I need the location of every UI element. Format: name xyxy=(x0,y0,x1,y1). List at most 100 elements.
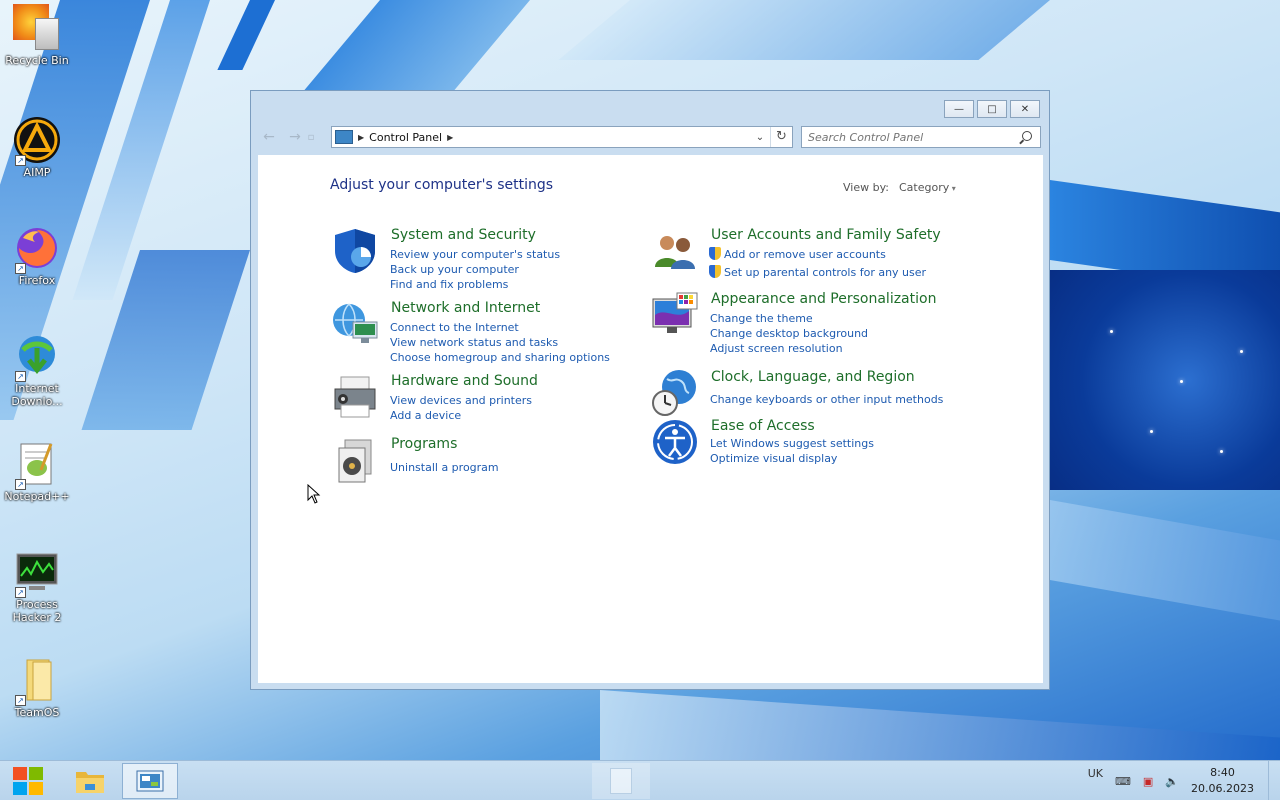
taskbar-hidden-app[interactable] xyxy=(592,763,650,799)
link-text: Add or remove user accounts xyxy=(724,248,886,261)
keyboard-icon[interactable]: ⌨ xyxy=(1115,775,1131,788)
link-text: Set up parental controls for any user xyxy=(724,266,927,279)
breadcrumb-control-panel[interactable]: Control Panel xyxy=(369,131,442,144)
wallpaper-star xyxy=(1110,330,1113,333)
desktop-icon-label: Notepad++ xyxy=(4,490,70,503)
taskbar: UK ⌨ ▣ 🔈 8:40 20.06.2023 xyxy=(0,760,1280,800)
monitor-palette-icon xyxy=(652,292,698,333)
link-connect-internet[interactable]: Connect to the Internet xyxy=(390,320,610,335)
navigation-bar: ← → ▫ ▶ Control Panel ▶ ⌄ ↻ xyxy=(259,125,1041,149)
forward-button[interactable]: → xyxy=(285,127,305,147)
uac-shield-icon xyxy=(709,265,721,278)
desktop-icon-internet-download-manager[interactable]: ↗ Internet Downlo... xyxy=(0,332,74,408)
mouse-cursor-icon xyxy=(307,484,321,504)
firefox-icon: ↗ xyxy=(13,224,61,274)
link-windows-suggest-settings[interactable]: Let Windows suggest settings xyxy=(710,436,874,451)
desktop-icon-label: AIMP xyxy=(23,166,51,179)
desktop-icon-process-hacker[interactable]: ↗ Process Hacker 2 xyxy=(0,548,74,624)
network-disconnected-icon[interactable]: ▣ xyxy=(1143,775,1153,788)
globe-network-icon xyxy=(333,303,378,343)
back-button[interactable]: ← xyxy=(259,127,279,147)
category-title[interactable]: System and Security xyxy=(391,227,536,243)
volume-muted-icon[interactable]: 🔈 xyxy=(1165,775,1179,788)
category-title[interactable]: User Accounts and Family Safety xyxy=(711,227,941,243)
shortcut-arrow-icon: ↗ xyxy=(15,479,26,490)
language-indicator[interactable]: UK xyxy=(1088,767,1103,780)
start-button[interactable] xyxy=(0,763,56,799)
up-icon: ▫ xyxy=(307,131,315,143)
folder-icon xyxy=(76,772,104,793)
taskbar-control-panel[interactable] xyxy=(122,763,178,799)
link-desktop-background[interactable]: Change desktop background xyxy=(710,326,868,341)
desktop-icon-teamos[interactable]: ↗ TeamOS xyxy=(0,656,74,719)
control-panel-window[interactable]: — □ ✕ ← → ▫ ▶ Control Panel ▶ ⌄ ↻ Adjust… xyxy=(250,90,1050,690)
control-panel-content: Adjust your computer's settings View by:… xyxy=(258,155,1043,683)
category-title[interactable]: Ease of Access xyxy=(711,418,815,434)
link-screen-resolution[interactable]: Adjust screen resolution xyxy=(710,341,868,356)
search-icon[interactable] xyxy=(1022,131,1032,141)
app-placeholder-icon xyxy=(610,768,632,794)
link-keyboards-input[interactable]: Change keyboards or other input methods xyxy=(710,392,943,407)
show-desktop-button[interactable] xyxy=(1268,761,1280,800)
programs-icon xyxy=(338,439,372,483)
minimize-icon: — xyxy=(954,103,964,115)
clock[interactable]: 8:40 20.06.2023 xyxy=(1191,765,1254,797)
desktop-icon-label: Internet Downlo... xyxy=(11,382,63,408)
desktop-icon-label: Firefox xyxy=(18,274,56,287)
category-title[interactable]: Hardware and Sound xyxy=(391,373,538,389)
link-uninstall-program[interactable]: Uninstall a program xyxy=(390,460,499,475)
desktop-icon-label: Process Hacker 2 xyxy=(12,598,62,624)
maximize-button[interactable]: □ xyxy=(977,100,1007,118)
desktop-icon-recycle-bin[interactable]: Recycle Bin xyxy=(0,4,74,67)
page-title: Adjust your computer's settings xyxy=(330,177,554,193)
category-title[interactable]: Programs xyxy=(391,436,457,452)
breadcrumb-arrow-icon[interactable]: ▶ xyxy=(447,133,453,142)
search-input[interactable] xyxy=(808,130,1008,144)
control-panel-icon xyxy=(335,130,353,144)
address-dropdown-icon[interactable]: ⌄ xyxy=(750,132,770,143)
close-button[interactable]: ✕ xyxy=(1010,100,1040,118)
wallpaper-star xyxy=(1180,380,1183,383)
link-network-status[interactable]: View network status and tasks xyxy=(390,335,610,350)
minimize-button[interactable]: — xyxy=(944,100,974,118)
link-backup[interactable]: Back up your computer xyxy=(390,262,560,277)
system-tray: UK ⌨ ▣ 🔈 8:40 20.06.2023 xyxy=(1088,761,1280,800)
close-icon: ✕ xyxy=(1020,103,1030,115)
recent-locations-button[interactable]: ▫ xyxy=(305,127,317,147)
desktop-icon-label: Recycle Bin xyxy=(5,54,69,67)
clock-globe-icon xyxy=(652,370,696,416)
back-arrow-icon: ← xyxy=(263,129,275,145)
desktop-icon-firefox[interactable]: ↗ Firefox xyxy=(0,224,74,287)
category-title[interactable]: Appearance and Personalization xyxy=(711,291,936,307)
link-homegroup-sharing[interactable]: Choose homegroup and sharing options xyxy=(390,350,610,365)
shortcut-arrow-icon: ↗ xyxy=(15,263,26,274)
link-find-fix-problems[interactable]: Find and fix problems xyxy=(390,277,560,292)
process-hacker-icon: ↗ xyxy=(13,548,61,598)
link-parental-controls[interactable]: Set up parental controls for any user xyxy=(709,265,926,280)
wallpaper-streak xyxy=(1050,270,1280,490)
address-bar[interactable]: ▶ Control Panel ▶ ⌄ ↻ xyxy=(331,126,793,148)
shield-icon xyxy=(335,229,375,273)
link-change-theme[interactable]: Change the theme xyxy=(710,311,868,326)
search-box[interactable] xyxy=(801,126,1041,148)
link-devices-printers[interactable]: View devices and printers xyxy=(390,393,532,408)
link-optimize-visual-display[interactable]: Optimize visual display xyxy=(710,451,874,466)
desktop-icon-aimp[interactable]: ↗ AIMP xyxy=(0,116,74,179)
breadcrumb-arrow-icon: ▶ xyxy=(358,132,365,142)
shortcut-arrow-icon: ↗ xyxy=(15,587,26,598)
wallpaper-streak xyxy=(558,0,1050,60)
uac-shield-icon xyxy=(709,247,721,260)
title-bar[interactable]: — □ ✕ xyxy=(251,91,1049,125)
category-title[interactable]: Network and Internet xyxy=(391,300,540,316)
refresh-icon[interactable]: ↻ xyxy=(770,127,792,147)
ease-of-access-icon xyxy=(653,420,697,464)
taskbar-file-explorer[interactable] xyxy=(62,763,118,799)
category-title[interactable]: Clock, Language, and Region xyxy=(711,369,915,385)
desktop-icon-notepadpp[interactable]: ↗ Notepad++ xyxy=(0,440,74,503)
wallpaper-star xyxy=(1150,430,1153,433)
view-by-dropdown[interactable]: Category xyxy=(899,181,956,194)
users-icon xyxy=(655,236,695,269)
link-add-device[interactable]: Add a device xyxy=(390,408,532,423)
link-review-status[interactable]: Review your computer's status xyxy=(390,247,560,262)
link-add-remove-accounts[interactable]: Add or remove user accounts xyxy=(709,247,926,262)
